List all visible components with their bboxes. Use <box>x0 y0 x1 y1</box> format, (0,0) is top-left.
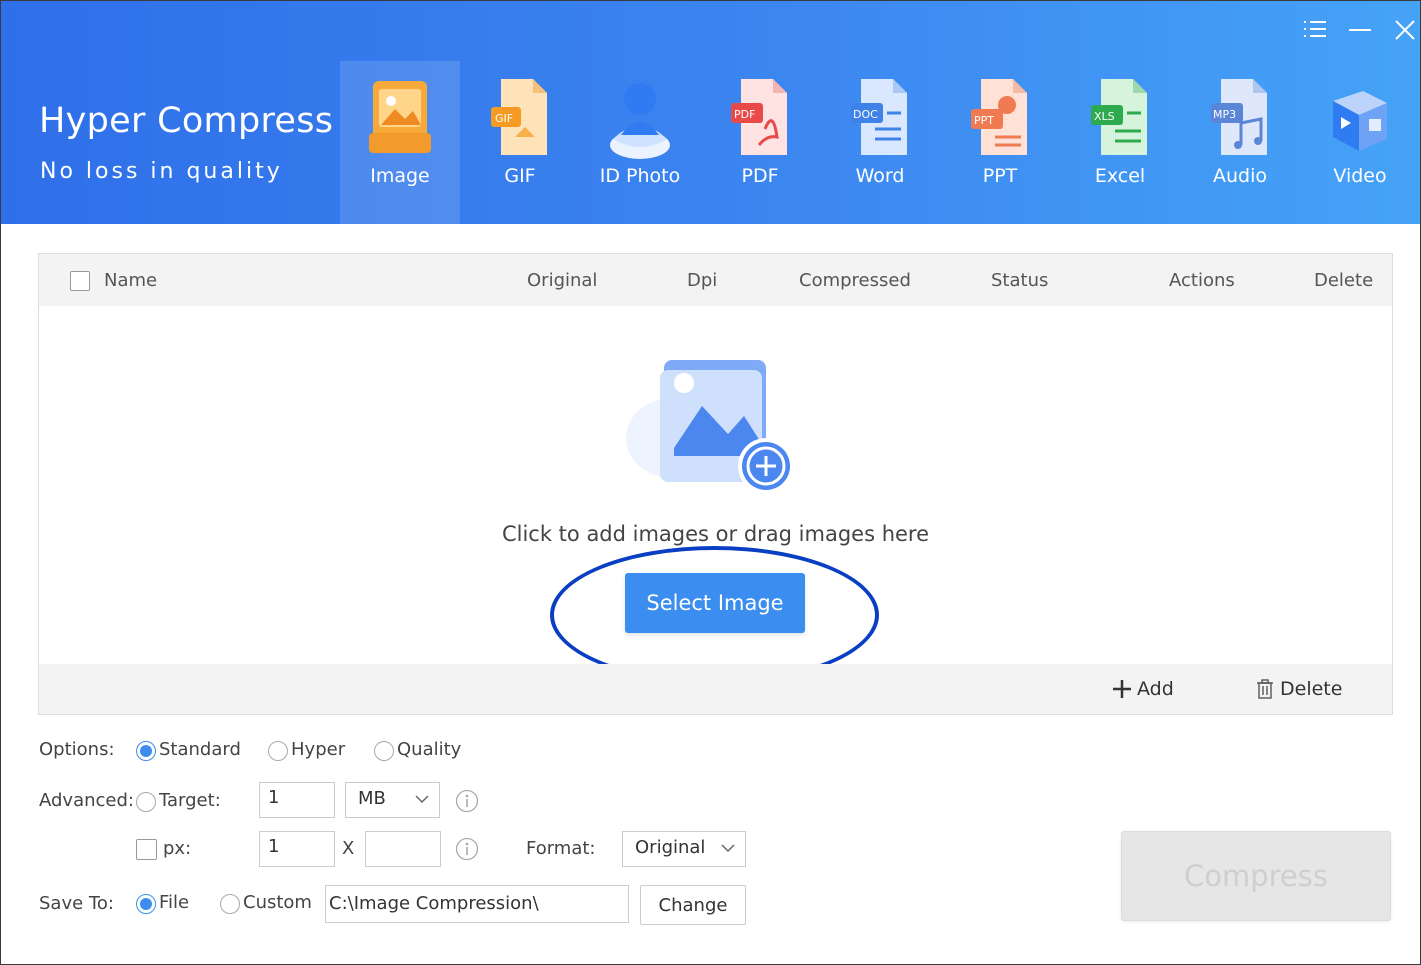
save-to-label: Save To: <box>39 893 114 914</box>
tab-label: ID Photo <box>599 165 681 187</box>
close-icon[interactable] <box>1390 15 1420 45</box>
svg-text:XLS: XLS <box>1094 110 1115 123</box>
tab-ppt[interactable]: PPT PPT <box>940 61 1060 224</box>
save-path-input[interactable]: C:\Image Compression\ <box>325 885 629 923</box>
add-image-icon[interactable] <box>624 356 809 496</box>
option-standard-label[interactable]: Standard <box>159 739 241 760</box>
minimize-icon[interactable] <box>1345 15 1375 45</box>
gif-file-icon: GIF <box>491 79 547 155</box>
id-photo-icon <box>610 83 670 159</box>
tab-excel[interactable]: XLS Excel <box>1060 61 1180 224</box>
delete-button[interactable]: Delete <box>1254 678 1342 700</box>
plus-icon <box>1113 680 1131 698</box>
custom-label[interactable]: Custom <box>243 892 312 913</box>
tab-image[interactable]: Image <box>340 61 460 224</box>
px-width-input[interactable]: 1 <box>259 831 335 867</box>
tab-label: Excel <box>1094 165 1146 187</box>
target-label[interactable]: Target: <box>159 790 221 811</box>
px-checkbox[interactable] <box>136 839 157 860</box>
pdf-file-icon: PDF <box>731 79 787 155</box>
tab-label: PPT <box>982 165 1018 187</box>
radio-target[interactable] <box>136 792 156 812</box>
px-x-label: X <box>342 838 355 859</box>
target-size-input[interactable]: 1 <box>259 782 335 818</box>
format-label: Format: <box>526 838 596 859</box>
app-title: Hyper Compress <box>39 101 334 141</box>
option-hyper-label[interactable]: Hyper <box>291 739 345 760</box>
px-height-input[interactable] <box>365 831 441 867</box>
svg-text:PDF: PDF <box>734 108 755 121</box>
list-footer: Add Delete <box>39 664 1392 714</box>
info-icon[interactable] <box>455 789 479 813</box>
ppt-file-icon: PPT <box>971 79 1027 155</box>
image-file-icon <box>369 81 431 153</box>
file-label[interactable]: File <box>159 892 189 913</box>
svg-text:MP3: MP3 <box>1213 108 1236 121</box>
format-select[interactable]: Original <box>622 831 746 867</box>
app-subtitle: No loss in quality <box>40 159 283 184</box>
tab-video[interactable]: Video <box>1300 61 1420 224</box>
tab-label: Image <box>370 165 430 187</box>
unit-value: MB <box>358 788 386 809</box>
column-compressed[interactable]: Compressed <box>799 270 911 291</box>
add-button[interactable]: Add <box>1111 678 1174 700</box>
change-button[interactable]: Change <box>640 885 746 925</box>
header-bar: Hyper Compress No loss in quality Image <box>1 1 1420 224</box>
px-label: px: <box>163 838 192 859</box>
svg-text:GIF: GIF <box>495 112 513 125</box>
compress-button[interactable]: Compress <box>1121 831 1391 921</box>
column-original[interactable]: Original <box>527 270 597 291</box>
column-dpi[interactable]: Dpi <box>687 270 717 291</box>
radio-file[interactable] <box>136 894 156 914</box>
column-status[interactable]: Status <box>991 270 1048 291</box>
svg-text:PPT: PPT <box>974 114 994 127</box>
format-value: Original <box>635 837 706 858</box>
info-icon[interactable] <box>455 837 479 861</box>
tab-id-photo[interactable]: ID Photo <box>580 61 700 224</box>
word-file-icon: DOC <box>851 79 907 155</box>
column-delete[interactable]: Delete <box>1314 270 1373 291</box>
tab-pdf[interactable]: PDF PDF <box>700 61 820 224</box>
tab-word[interactable]: DOC Word <box>820 61 940 224</box>
chevron-down-icon <box>415 795 429 804</box>
unit-select[interactable]: MB <box>345 782 440 818</box>
empty-state-text: Click to add images or drag images here <box>501 522 930 546</box>
chevron-down-icon <box>721 844 735 853</box>
video-file-icon <box>1333 91 1387 151</box>
file-list-panel: Name Original Dpi Compressed Status Acti… <box>38 253 1393 715</box>
tab-label: GIF <box>504 165 536 187</box>
app-window: Hyper Compress No loss in quality Image <box>0 0 1421 965</box>
excel-file-icon: XLS <box>1091 79 1147 155</box>
column-actions[interactable]: Actions <box>1169 270 1235 291</box>
table-header: Name Original Dpi Compressed Status Acti… <box>39 254 1392 306</box>
delete-label: Delete <box>1280 678 1343 700</box>
menu-icon[interactable] <box>1300 15 1330 45</box>
radio-quality[interactable] <box>374 741 394 761</box>
radio-hyper[interactable] <box>268 741 288 761</box>
trash-icon <box>1257 679 1273 699</box>
column-name[interactable]: Name <box>104 270 157 291</box>
tab-audio[interactable]: MP3 Audio <box>1180 61 1300 224</box>
tab-label: PDF <box>741 165 779 187</box>
tab-label: Audio <box>1212 165 1267 187</box>
select-all-checkbox[interactable] <box>70 271 90 291</box>
tab-label: Video <box>1333 165 1387 187</box>
radio-standard[interactable] <box>136 741 156 761</box>
radio-custom[interactable] <box>220 894 240 914</box>
audio-file-icon: MP3 <box>1211 79 1267 155</box>
advanced-label: Advanced: <box>39 790 134 811</box>
add-label: Add <box>1137 678 1174 700</box>
tab-gif[interactable]: GIF GIF <box>460 61 580 224</box>
svg-text:DOC: DOC <box>853 108 878 121</box>
tab-label: Word <box>855 165 905 187</box>
option-quality-label[interactable]: Quality <box>397 739 461 760</box>
options-label: Options: <box>39 739 115 760</box>
